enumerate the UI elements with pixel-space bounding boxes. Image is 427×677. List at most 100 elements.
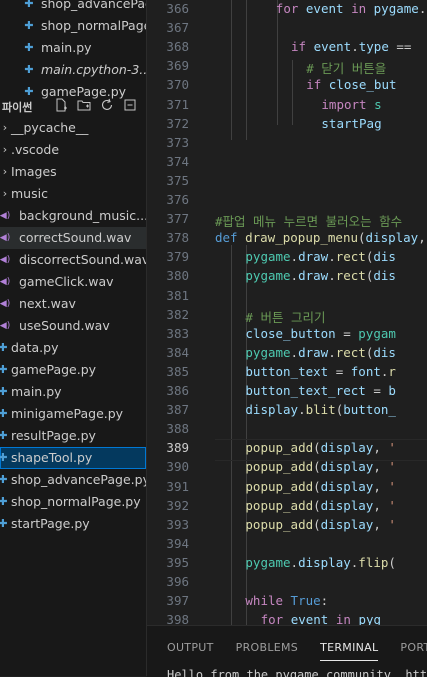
line-number: 376 — [166, 192, 189, 207]
code-editor[interactable]: 366 for event in pygame. 367 368 if event.ty… — [147, 0, 427, 625]
code-token: for — [275, 1, 306, 16]
file-item[interactable]: ✚startPage.py — [0, 513, 146, 535]
explorer-section-header[interactable]: 파이썬 — [0, 95, 146, 117]
panel-tab-ports[interactable]: PORTS — [400, 641, 427, 660]
audio-file-icon: ◀) — [0, 233, 11, 243]
audio-file-icon: ◀) — [0, 255, 11, 265]
audio-file-icon: ◀) — [0, 299, 11, 309]
folder-item[interactable]: › Images — [0, 161, 146, 183]
explorer-sidebar: ✚shop_advancePage.py✚shop_normalPage.py✚… — [0, 0, 147, 676]
file-label: shop_advancePage.py — [11, 472, 146, 487]
line-number: 368 — [166, 39, 189, 55]
code-token: . — [418, 1, 427, 16]
line-number: 383 — [166, 325, 189, 341]
open-file-item[interactable]: ✚ main.py — [0, 37, 146, 59]
line-number: 379 — [166, 249, 189, 265]
code-token: pygame — [245, 344, 291, 360]
code-token: = — [328, 363, 351, 379]
line-number: 388 — [166, 421, 189, 437]
code-token: . — [328, 249, 336, 265]
code-token: , — [373, 478, 389, 494]
python-file-icon: ✚ — [0, 363, 10, 377]
file-label: background_music.... — [19, 208, 146, 223]
code-token: == — [388, 39, 412, 55]
code-line: pygame.draw.rect(dis — [245, 268, 396, 283]
panel-tab-terminal[interactable]: TERMINAL — [320, 641, 379, 661]
code-token: = — [365, 383, 389, 398]
code-token: rect — [335, 344, 366, 360]
code-token: r — [388, 363, 396, 379]
line-number: 395 — [166, 554, 189, 570]
file-item[interactable]: ◀) next.wav — [0, 293, 146, 315]
open-file-item[interactable]: ✚ shop_normalPage.py — [0, 15, 146, 37]
code-token: display — [298, 554, 351, 570]
code-token: if — [306, 77, 329, 93]
file-item[interactable]: ◀) useSound.wav — [0, 315, 146, 337]
folder-item[interactable]: › __pycache__ — [0, 117, 146, 139]
line-number: 385 — [166, 363, 189, 379]
file-item[interactable]: ✚resultPage.py — [0, 425, 146, 447]
code-token: . — [290, 344, 299, 360]
file-item[interactable]: ◀) correctSound.wav — [0, 227, 146, 249]
code-token: ( — [388, 554, 396, 570]
code-token: . — [298, 402, 306, 418]
code-token: ' — [388, 440, 396, 456]
code-token: in — [343, 1, 374, 16]
code-token: button_ — [343, 402, 396, 418]
line-number: 393 — [166, 516, 189, 532]
code-token: pyg — [358, 612, 382, 625]
file-label: Images — [11, 164, 57, 179]
file-item[interactable]: ◀) discorrectSound.wav — [0, 249, 146, 271]
file-item[interactable]: ✚shapeTool.py — [0, 447, 146, 469]
code-line: # 버튼 그리기 — [245, 307, 325, 326]
file-item[interactable]: ◀) gameClick.wav — [0, 271, 146, 293]
file-label: main.py — [41, 40, 92, 55]
code-token: popup_add — [245, 478, 314, 494]
panel-tab-problems[interactable]: PROBLEMS — [236, 641, 298, 660]
new-file-icon[interactable] — [54, 98, 68, 112]
code-token: close_button — [245, 325, 336, 341]
file-item[interactable]: ✚shop_normalPage.py — [0, 491, 146, 513]
folder-item[interactable]: › .vscode — [0, 139, 146, 161]
file-label: __pycache__ — [11, 120, 89, 135]
file-label: resultPage.py — [11, 428, 96, 443]
code-token: s — [374, 96, 382, 112]
line-number: 377 — [166, 211, 189, 227]
code-line: #팝업 메뉴 누르면 불러오는 함수 — [215, 211, 402, 230]
indent-guide-line — [277, 0, 278, 125]
python-file-icon: ✚ — [0, 341, 10, 355]
open-file-item[interactable]: ✚ shop_advancePage.py — [0, 0, 146, 15]
folder-item[interactable]: › music — [0, 183, 146, 205]
code-token: , — [373, 516, 389, 532]
code-token: button_text_rect — [245, 383, 366, 398]
python-file-icon: ✚ — [0, 517, 10, 531]
file-label: discorrectSound.wav — [19, 252, 146, 267]
open-file-item[interactable]: ✚ main.cpython-3... — [0, 59, 146, 81]
audio-file-icon: ◀) — [0, 211, 11, 221]
collapse-all-icon[interactable] — [123, 98, 137, 112]
code-token: # 닫기 버튼을 — [306, 61, 387, 77]
file-label: shop_normalPage.py — [11, 494, 141, 509]
file-item[interactable]: ✚data.py — [0, 337, 146, 359]
line-number: 369 — [166, 58, 189, 74]
file-label: music — [11, 186, 48, 201]
file-item[interactable]: ✚minigamePage.py — [0, 403, 146, 425]
code-line: close_button = pygam — [245, 326, 396, 341]
indent-guide-line — [231, 245, 232, 625]
file-item[interactable]: ◀) background_music.... — [0, 205, 146, 227]
code-token: font — [350, 363, 381, 379]
panel-tab-output[interactable]: OUTPUT — [167, 641, 214, 660]
file-item[interactable]: ✚gamePage.py — [0, 359, 146, 381]
code-token: ( — [313, 459, 321, 475]
file-label: shop_advancePage.py — [41, 0, 146, 11]
code-line: if close_but — [306, 77, 396, 92]
code-token: display — [320, 459, 374, 475]
code-token: dis — [373, 344, 396, 360]
file-label: data.py — [11, 340, 59, 355]
file-item[interactable]: ✚shop_advancePage.py — [0, 469, 146, 491]
code-token: type — [358, 39, 389, 55]
file-item[interactable]: ✚main.py — [0, 381, 146, 403]
new-folder-icon[interactable] — [77, 98, 91, 112]
line-number: 386 — [166, 383, 189, 398]
refresh-icon[interactable] — [100, 98, 114, 112]
